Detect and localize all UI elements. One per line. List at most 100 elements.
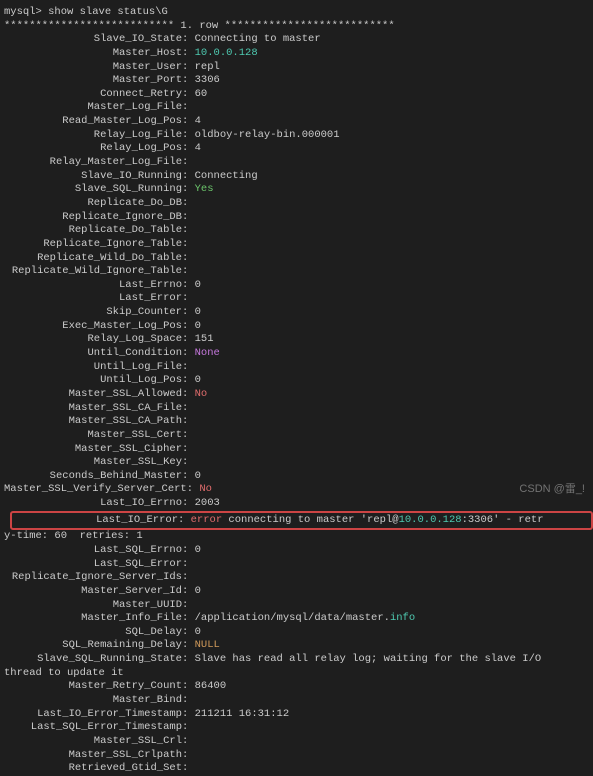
- field-value: 151: [195, 333, 214, 345]
- field-label: Exec_Master_Log_Pos: [4, 320, 182, 334]
- field-label: Replicate_Do_Table: [4, 224, 182, 238]
- field-label: Replicate_Ignore_DB: [4, 211, 182, 225]
- field-row: Last_SQL_Error:: [4, 558, 593, 572]
- field-label: Master_SSL_CA_Path: [4, 415, 182, 429]
- field-row: Last_SQL_Errno: 0: [4, 544, 593, 558]
- field-label: Master_SSL_Crl: [4, 735, 182, 749]
- field-value: 0: [195, 306, 201, 318]
- mysql-prompt[interactable]: mysql> show slave status\G: [4, 6, 593, 20]
- field-label: Master_Host: [4, 47, 182, 61]
- field-label: Replicate_Wild_Ignore_Table: [4, 265, 182, 279]
- field-label: Master_Port: [4, 74, 182, 88]
- field-value: Connecting: [195, 170, 258, 182]
- field-row: Master_Port: 3306: [4, 74, 593, 88]
- field-row: Slave_IO_Running: Connecting: [4, 170, 593, 184]
- field-label: Master_SSL_Allowed: [4, 388, 182, 402]
- field-value: No: [199, 483, 212, 495]
- field-row: Master_SSL_CA_File:: [4, 402, 593, 416]
- field-value: 0: [195, 585, 201, 597]
- field-row: Master_Host: 10.0.0.128: [4, 47, 593, 61]
- field-row: Relay_Log_Pos: 4: [4, 142, 593, 156]
- field-label: Replicate_Ignore_Table: [4, 238, 182, 252]
- field-value: 0: [195, 470, 201, 482]
- field-row: SQL_Remaining_Delay: NULL: [4, 639, 593, 653]
- field-row: Connect_Retry: 60: [4, 88, 593, 102]
- field-label: Last_IO_Error: [14, 514, 178, 528]
- field-row: Replicate_Ignore_Server_Ids:: [4, 571, 593, 585]
- field-label: Retrieved_Gtid_Set: [4, 762, 182, 776]
- sql-running-state-wrap: thread to update it: [4, 667, 593, 681]
- field-row: Replicate_Ignore_Table:: [4, 238, 593, 252]
- row-header: *************************** 1. row *****…: [4, 20, 593, 34]
- field-value: NULL: [195, 639, 220, 651]
- field-label: SQL_Delay: [4, 626, 182, 640]
- field-row: Master_SSL_Cert:: [4, 429, 593, 443]
- field-label: Last_IO_Errno: [4, 497, 182, 511]
- field-row: Until_Log_File:: [4, 361, 593, 375]
- field-row: Master_SSL_Crl:: [4, 735, 593, 749]
- field-value: oldboy-relay-bin.000001: [195, 129, 340, 141]
- field-label: SQL_Remaining_Delay: [4, 639, 182, 653]
- field-label: Last_SQL_Errno: [4, 544, 182, 558]
- field-label: Slave_IO_State: [4, 33, 182, 47]
- field-label: Last_IO_Error_Timestamp: [4, 708, 182, 722]
- field-row: Exec_Master_Log_Pos: 0: [4, 320, 593, 334]
- master-info-file-row: Master_Info_File: /application/mysql/dat…: [4, 612, 593, 626]
- field-value: 3306: [195, 74, 220, 86]
- field-value: 0: [195, 320, 201, 332]
- field-label: Master_UUID: [4, 599, 182, 613]
- field-value: 86400: [195, 680, 227, 692]
- field-row: Master_SSL_Cipher:: [4, 443, 593, 457]
- field-row: Master_SSL_Allowed: No: [4, 388, 593, 402]
- field-value: 60: [195, 88, 208, 100]
- info-ext: info: [390, 612, 415, 624]
- field-label: Skip_Counter: [4, 306, 182, 320]
- field-label: Slave_IO_Running: [4, 170, 182, 184]
- field-row: Until_Log_Pos: 0: [4, 374, 593, 388]
- field-row: Until_Condition: None: [4, 347, 593, 361]
- field-value: No: [195, 388, 208, 400]
- field-value: Connecting to master: [195, 33, 321, 45]
- field-label: Last_Error: [4, 292, 182, 306]
- master-ip: 10.0.0.128: [399, 514, 462, 526]
- field-row: Read_Master_Log_Pos: 4: [4, 115, 593, 129]
- field-row: Master_Bind:: [4, 694, 593, 708]
- field-row: Seconds_Behind_Master: 0: [4, 470, 593, 484]
- field-row: Master_SSL_Crlpath:: [4, 749, 593, 763]
- last-io-error-wrap: y-time: 60 retries: 1: [4, 530, 593, 544]
- field-value: repl: [195, 61, 220, 73]
- field-label: Master_Server_Id: [4, 585, 182, 599]
- field-row: Last_Error:: [4, 292, 593, 306]
- field-row: Master_User: repl: [4, 61, 593, 75]
- field-row: Master_SSL_Key:: [4, 456, 593, 470]
- field-label: Last_Errno: [4, 279, 182, 293]
- field-label: Until_Condition: [4, 347, 182, 361]
- field-label: Master_SSL_CA_File: [4, 402, 182, 416]
- field-label: Master_Retry_Count: [4, 680, 182, 694]
- field-label: Replicate_Wild_Do_Table: [4, 252, 182, 266]
- field-label: Last_SQL_Error: [4, 558, 182, 572]
- field-label: Until_Log_Pos: [4, 374, 182, 388]
- field-label: Connect_Retry: [4, 88, 182, 102]
- watermark: CSDN @雷_!: [519, 482, 585, 496]
- fields-tail-2: Master_Retry_Count: 86400Master_Bind: La…: [4, 680, 593, 775]
- field-value: 10.0.0.128: [195, 47, 258, 59]
- error-highlight-box: Last_IO_Error: error connecting to maste…: [10, 511, 593, 531]
- fields-tail-1: SQL_Delay: 0SQL_Remaining_Delay: NULL: [4, 626, 593, 653]
- field-row: Last_Errno: 0: [4, 279, 593, 293]
- field-label: Read_Master_Log_Pos: [4, 115, 182, 129]
- field-value: Yes: [195, 183, 214, 195]
- field-value: None: [195, 347, 220, 359]
- field-label: Relay_Master_Log_File: [4, 156, 182, 170]
- field-row: Relay_Master_Log_File:: [4, 156, 593, 170]
- field-row: Last_IO_Error_Timestamp: 211211 16:31:12: [4, 708, 593, 722]
- field-row: Replicate_Do_Table:: [4, 224, 593, 238]
- fields-after-error: Last_SQL_Errno: 0Last_SQL_Error: Replica…: [4, 544, 593, 612]
- field-label: Until_Log_File: [4, 361, 182, 375]
- field-row: Last_IO_Errno: 2003: [4, 497, 593, 511]
- field-label: Master_SSL_Crlpath: [4, 749, 182, 763]
- field-row: Replicate_Do_DB:: [4, 197, 593, 211]
- field-row: Slave_IO_State: Connecting to master: [4, 33, 593, 47]
- field-label: Master_Bind: [4, 694, 182, 708]
- field-value: 4: [195, 142, 201, 154]
